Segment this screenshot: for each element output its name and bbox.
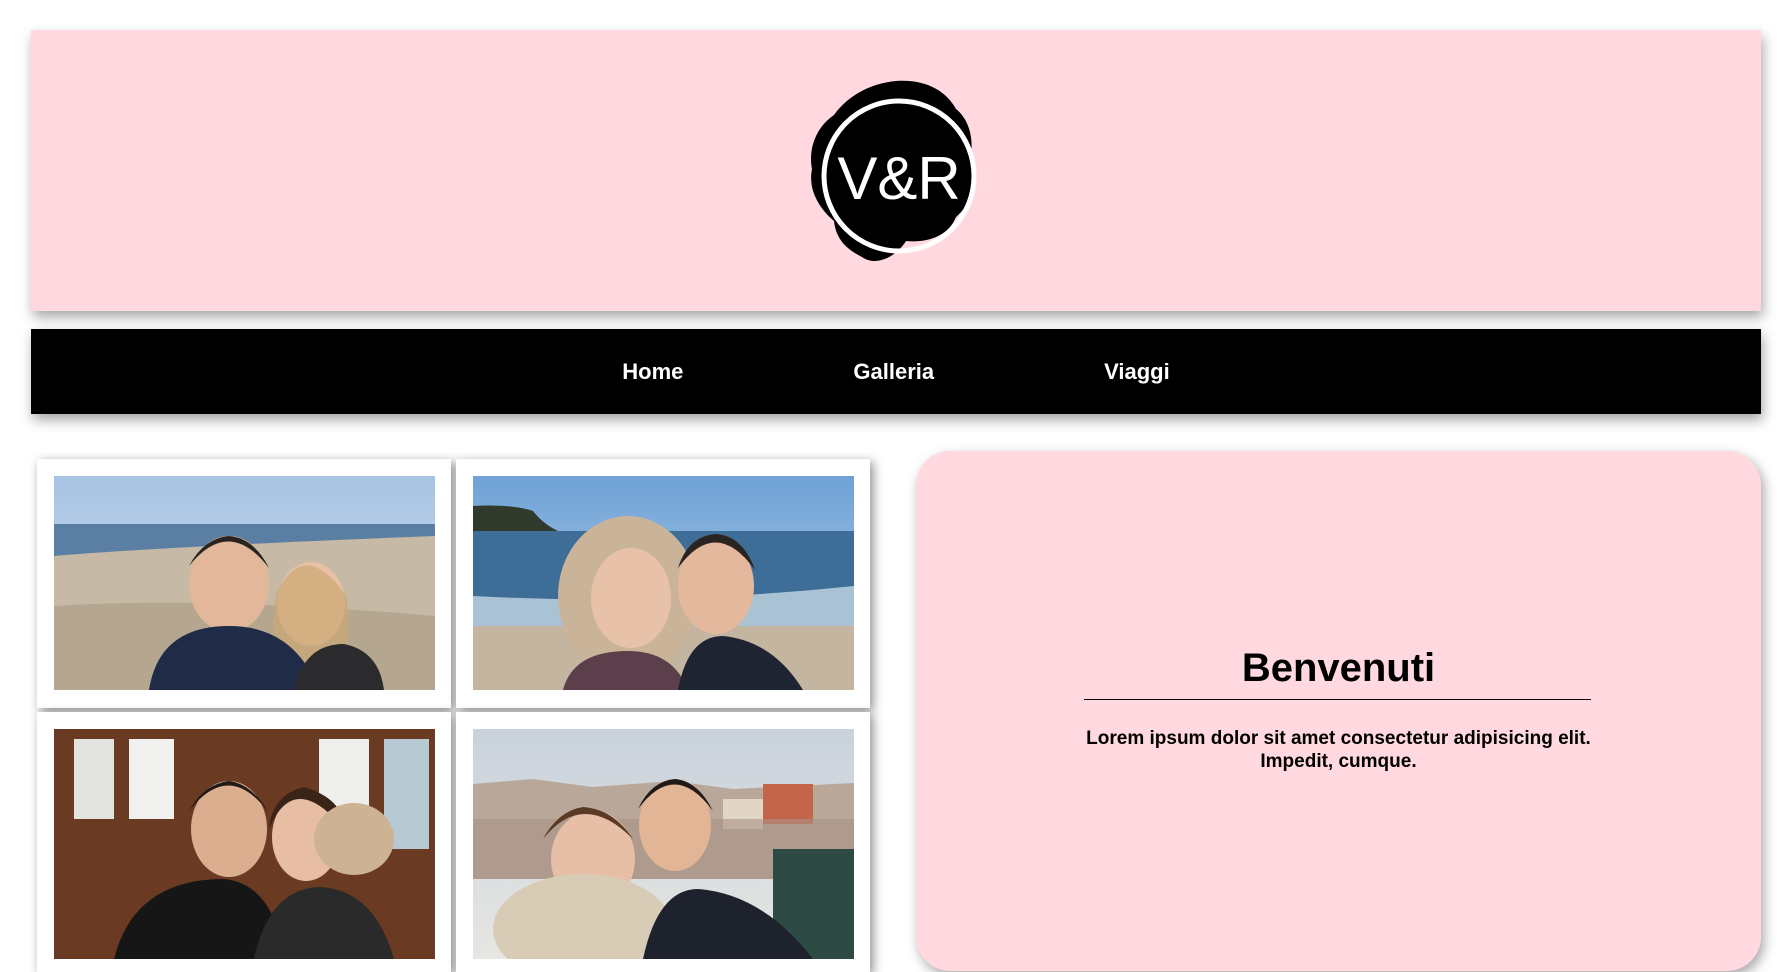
sea-photo-image <box>473 476 854 690</box>
city-view-kiss-photo[interactable] <box>473 729 854 959</box>
logo-seal-icon[interactable]: V&R <box>796 71 996 271</box>
welcome-title: Benvenuti <box>1241 646 1436 690</box>
welcome-panel: Benvenuti Lorem ipsum dolor sit amet con… <box>916 451 1761 971</box>
photo-card[interactable] <box>37 459 451 708</box>
welcome-text: Lorem ipsum dolor sit amet consectetur a… <box>1086 728 1591 772</box>
photo-card[interactable] <box>37 712 451 972</box>
main-nav: Home Galleria Viaggi <box>31 329 1761 414</box>
city-photo-image <box>473 729 854 959</box>
nav-galleria-link[interactable]: Galleria <box>853 359 934 385</box>
photo-card[interactable] <box>456 459 870 708</box>
nav-home-link[interactable]: Home <box>622 359 683 385</box>
title-divider <box>1084 699 1591 700</box>
site-header: V&R <box>31 30 1761 311</box>
nav-viaggi-link[interactable]: Viaggi <box>1104 359 1170 385</box>
seaside-selfie-photo[interactable] <box>473 476 854 690</box>
logo-text: V&R <box>837 145 960 212</box>
beach-photo-image <box>54 476 435 690</box>
beach-selfie-photo[interactable] <box>54 476 435 690</box>
tram-selfie-photo[interactable] <box>54 729 435 959</box>
photo-card[interactable] <box>456 712 870 972</box>
tram-photo-image <box>54 729 435 959</box>
